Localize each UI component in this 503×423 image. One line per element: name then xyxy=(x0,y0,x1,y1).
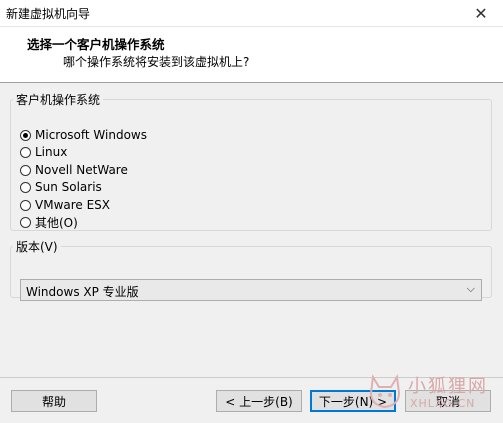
back-button[interactable]: < 上一步(B) xyxy=(216,390,302,412)
watermark-text: 小狐狸网 xyxy=(408,376,488,397)
radio-button[interactable] xyxy=(20,199,31,211)
radio-option-other[interactable]: 其他(O) xyxy=(20,214,78,230)
watermark-url: XHLXG.CN xyxy=(410,397,476,410)
guest-os-group: 客户机操作系统 Microsoft Windows Linux Novell N… xyxy=(10,91,492,231)
radio-button[interactable] xyxy=(20,181,31,193)
radio-option-windows[interactable]: Microsoft Windows xyxy=(20,127,147,143)
radio-label: Linux xyxy=(35,145,68,159)
title-bar: 新建虚拟机向导 ✕ xyxy=(0,0,503,27)
radio-button[interactable] xyxy=(20,164,31,176)
page-title: 选择一个客户机操作系统 xyxy=(27,37,165,52)
chevron-down-icon[interactable]: ⌵ xyxy=(467,282,475,296)
radio-label: 其他(O) xyxy=(35,215,78,230)
version-group: 版本(V) Windows XP 专业版 ⌵ xyxy=(10,238,492,301)
radio-option-solaris[interactable]: Sun Solaris xyxy=(20,179,102,195)
version-select-value: Windows XP 专业版 xyxy=(26,285,139,299)
radio-button[interactable] xyxy=(20,146,31,158)
radio-label: Microsoft Windows xyxy=(35,128,147,142)
watermark-fox-logo xyxy=(369,374,401,409)
radio-option-netware[interactable]: Novell NetWare xyxy=(20,162,128,178)
close-icon[interactable]: ✕ xyxy=(459,0,503,26)
guest-os-legend: 客户机操作系统 xyxy=(16,93,101,107)
version-select[interactable]: Windows XP 专业版 ⌵ xyxy=(20,279,482,301)
version-legend: 版本(V) xyxy=(16,240,58,254)
radio-option-esx[interactable]: VMware ESX xyxy=(20,197,110,213)
radio-option-linux[interactable]: Linux xyxy=(20,144,67,160)
radio-button[interactable] xyxy=(20,129,31,141)
window-title: 新建虚拟机向导 xyxy=(6,7,91,21)
radio-label: Novell NetWare xyxy=(35,163,128,177)
page-subtitle: 哪个操作系统将安装到该虚拟机上? xyxy=(63,55,250,69)
radio-label: Sun Solaris xyxy=(35,180,102,194)
radio-button[interactable] xyxy=(20,216,31,228)
help-button[interactable]: 帮助 xyxy=(11,390,97,412)
radio-label: VMware ESX xyxy=(35,198,111,212)
wizard-header: 选择一个客户机操作系统 哪个操作系统将安装到该虚拟机上? xyxy=(0,27,503,83)
